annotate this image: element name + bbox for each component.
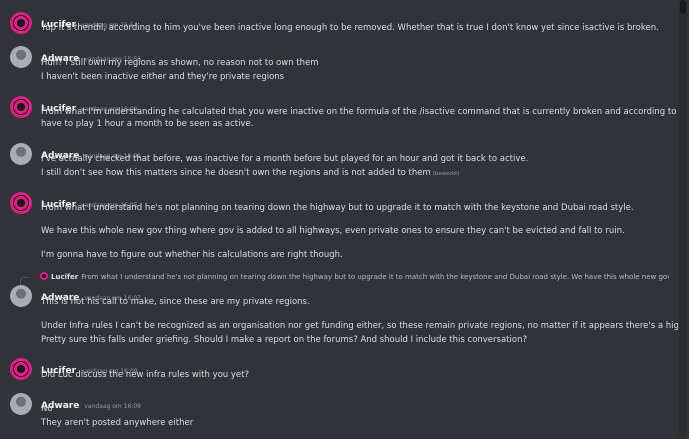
message: Lucifer vandaag om 16:05 From what I unde… <box>0 192 678 262</box>
avatar[interactable] <box>10 393 32 415</box>
message-header: Adware vandaag om 16:09 <box>41 393 141 412</box>
avatar[interactable] <box>10 96 32 118</box>
message: Lucifer vandaag om 16:00 From what I'm un… <box>0 96 678 134</box>
message-text: Under Infra rules I can't be recognized … <box>41 321 678 331</box>
message-text: I'm gonna have to figure out whether his… <box>41 250 343 260</box>
avatar[interactable] <box>10 12 32 34</box>
reply-avatar <box>40 272 48 280</box>
message: Adware vandaag om 16:01 I've actually che… <box>0 143 678 183</box>
scrollbar-track[interactable] <box>679 0 687 439</box>
reply-preview[interactable]: Lucifer From what I understand he's not p… <box>29 272 669 282</box>
reply-author: Lucifer <box>51 273 79 281</box>
message-text: From what I understand he's not planning… <box>41 203 634 213</box>
message-text: They aren't posted anywhere either <box>41 418 194 428</box>
message: Adware vandaag om 15:56 Huh? I still own … <box>0 46 678 84</box>
message-text-content: I still don't see how this matters since… <box>41 168 431 178</box>
timestamp: vandaag om 16:09 <box>84 403 141 410</box>
message-text: Did Luc discuss the new infra rules with… <box>41 370 249 380</box>
message: Lucifer vandaag om 16:09 Did Luc discuss … <box>0 358 678 382</box>
avatar[interactable] <box>10 358 32 380</box>
avatar[interactable] <box>10 192 32 214</box>
reply-text: From what I understand he's not planning… <box>81 273 669 281</box>
message-text: No <box>41 404 53 414</box>
message-text: I've actually checked that before, was i… <box>41 154 529 164</box>
message-text: have to play 1 hour a month to be seen a… <box>41 119 254 129</box>
chat-message-list: Lucifer vandaag om 15:54 Yup it's thendil… <box>0 0 678 439</box>
message-text: This is not his call to make, since thes… <box>41 297 310 307</box>
edited-label: (bewerkt) <box>432 171 460 177</box>
message-text: Yup it's thendil, according to him you'v… <box>41 23 659 33</box>
message-text: We have this whole new gov thing where g… <box>41 226 625 236</box>
message: Lucifer vandaag om 15:54 Yup it's thendil… <box>0 12 678 38</box>
message-reply: Lucifer From what I understand he's not p… <box>0 272 678 348</box>
avatar[interactable] <box>10 285 32 307</box>
message: Adware vandaag om 16:09 No They aren't po… <box>0 393 678 433</box>
message-text: I haven't been inactive either and they'… <box>41 72 285 82</box>
avatar[interactable] <box>10 143 32 165</box>
message-text: Pretty sure this falls under griefing. S… <box>41 335 527 345</box>
message-text: I still don't see how this matters since… <box>41 168 459 178</box>
message-text: Huh? I still own my regions as shown, no… <box>41 58 319 68</box>
message-text: From what I'm understanding he calculate… <box>41 107 678 117</box>
avatar[interactable] <box>10 46 32 68</box>
reply-connector <box>20 277 29 285</box>
scrollbar-thumb[interactable] <box>680 0 686 14</box>
